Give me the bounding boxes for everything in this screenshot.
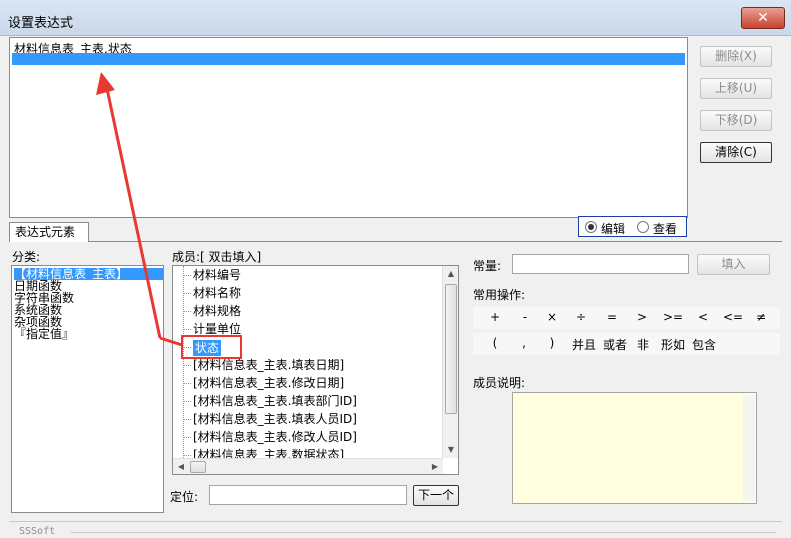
op-left-paren[interactable]: ( [484, 336, 506, 350]
op-like[interactable]: 形如 [658, 336, 688, 353]
op-not-equal[interactable]: ≠ [750, 310, 772, 324]
op-equal[interactable]: = [601, 310, 623, 324]
status-bar: SSSoft [9, 521, 782, 538]
op-plus[interactable]: + [484, 310, 506, 324]
op-multiply[interactable]: × [541, 310, 563, 324]
op-not[interactable]: 非 [632, 336, 654, 353]
op-minus[interactable]: - [514, 310, 536, 324]
constant-label: 常量: [473, 259, 502, 273]
op-less[interactable]: < [692, 310, 714, 324]
member-description-box [512, 392, 757, 504]
op-greater-equal[interactable]: >= [662, 310, 684, 324]
status-text: SSSoft [19, 526, 56, 537]
description-label: 成员说明: [473, 376, 526, 390]
description-scrollbar[interactable] [743, 395, 755, 501]
operators-label: 常用操作: [473, 288, 526, 302]
op-divide[interactable]: ÷ [570, 310, 592, 324]
operators-row-1: + - × ÷ = > >= < <= ≠ [473, 307, 780, 329]
op-comma[interactable]: , [513, 336, 535, 350]
insert-button[interactable]: 填入 [697, 254, 770, 275]
op-or[interactable]: 或者 [600, 336, 630, 353]
op-and[interactable]: 并且 [569, 336, 599, 353]
op-right-paren[interactable]: ) [541, 336, 563, 350]
op-contains[interactable]: 包含 [689, 336, 719, 353]
next-button[interactable]: 下一个 [413, 485, 459, 506]
locate-label: 定位: [170, 490, 199, 504]
status-divider [71, 532, 776, 533]
op-greater[interactable]: > [631, 310, 653, 324]
op-less-equal[interactable]: <= [722, 310, 744, 324]
locate-input[interactable] [209, 485, 407, 505]
operators-row-2: ( , ) 并且 或者 非 形如 包含 [473, 333, 780, 355]
constant-input[interactable] [512, 254, 689, 274]
